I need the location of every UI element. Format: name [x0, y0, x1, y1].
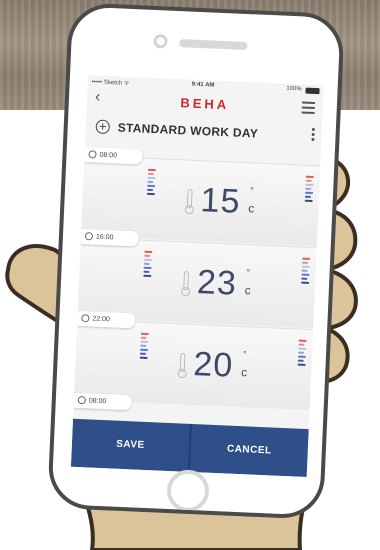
status-battery-text: 100% — [286, 85, 302, 93]
clock-icon — [77, 395, 86, 405]
schedule-list: 15 c ° 23 c ° 20 c ° 08:00 16:00 22:00 0… — [73, 147, 321, 427]
time-tag[interactable]: 08:00 — [73, 392, 133, 411]
temperature-value: 15 — [199, 181, 242, 221]
action-bar: SAVE CANCEL — [70, 418, 309, 478]
temperature-value: 20 — [192, 345, 235, 385]
temperature-scale-icon — [296, 339, 307, 396]
speaker-grille — [179, 39, 248, 51]
home-button[interactable] — [166, 468, 210, 513]
status-time: 9:41 AM — [191, 81, 215, 89]
clock-icon — [84, 232, 94, 241]
degree-icon: ° — [249, 185, 254, 196]
thermometer-icon — [181, 271, 191, 297]
temperature-unit: c — [248, 201, 255, 216]
temperature-value: 23 — [196, 263, 238, 303]
time-tag[interactable]: 16:00 — [80, 228, 140, 247]
back-icon[interactable]: ‹ — [95, 88, 101, 105]
temperature-unit: c — [240, 365, 248, 380]
temperature-scale-icon — [300, 257, 311, 314]
clock-icon — [88, 150, 97, 159]
clock-icon — [81, 314, 90, 323]
add-icon[interactable]: + — [95, 119, 111, 135]
phone-frame: ••••• Sketch ᯤ 9:41 AM 100% ‹ BEHA + STA… — [47, 2, 345, 520]
degree-icon: ° — [246, 267, 251, 278]
temperature-scale-icon — [142, 250, 153, 307]
time-label: 16:00 — [95, 233, 114, 242]
thermometer-icon — [184, 189, 194, 215]
time-label: 22:00 — [92, 315, 111, 324]
battery-icon — [305, 87, 320, 95]
beha-logo: BEHA — [180, 95, 230, 113]
cancel-button[interactable]: CANCEL — [190, 424, 309, 477]
temperature-unit: c — [244, 283, 252, 298]
time-label: 08:00 — [99, 151, 118, 160]
time-label: 08:00 — [88, 397, 107, 406]
camera-icon — [153, 33, 168, 49]
more-options-icon[interactable] — [311, 127, 316, 143]
hamburger-menu-icon[interactable] — [301, 101, 316, 115]
phone-screen: ••••• Sketch ᯤ 9:41 AM 100% ‹ BEHA + STA… — [70, 75, 324, 478]
thermometer-icon — [177, 353, 187, 378]
time-tag[interactable]: 22:00 — [77, 310, 136, 329]
status-carrier: ••••• Sketch ᯤ — [91, 79, 130, 87]
temperature-scale-icon — [146, 168, 156, 225]
degree-icon: ° — [242, 349, 247, 360]
save-button[interactable]: SAVE — [71, 419, 190, 472]
schedule-title: STANDARD WORK DAY — [117, 120, 259, 141]
time-tag[interactable]: 08:00 — [84, 147, 143, 165]
temperature-scale-icon — [138, 332, 149, 389]
temperature-scale-icon — [303, 175, 314, 232]
